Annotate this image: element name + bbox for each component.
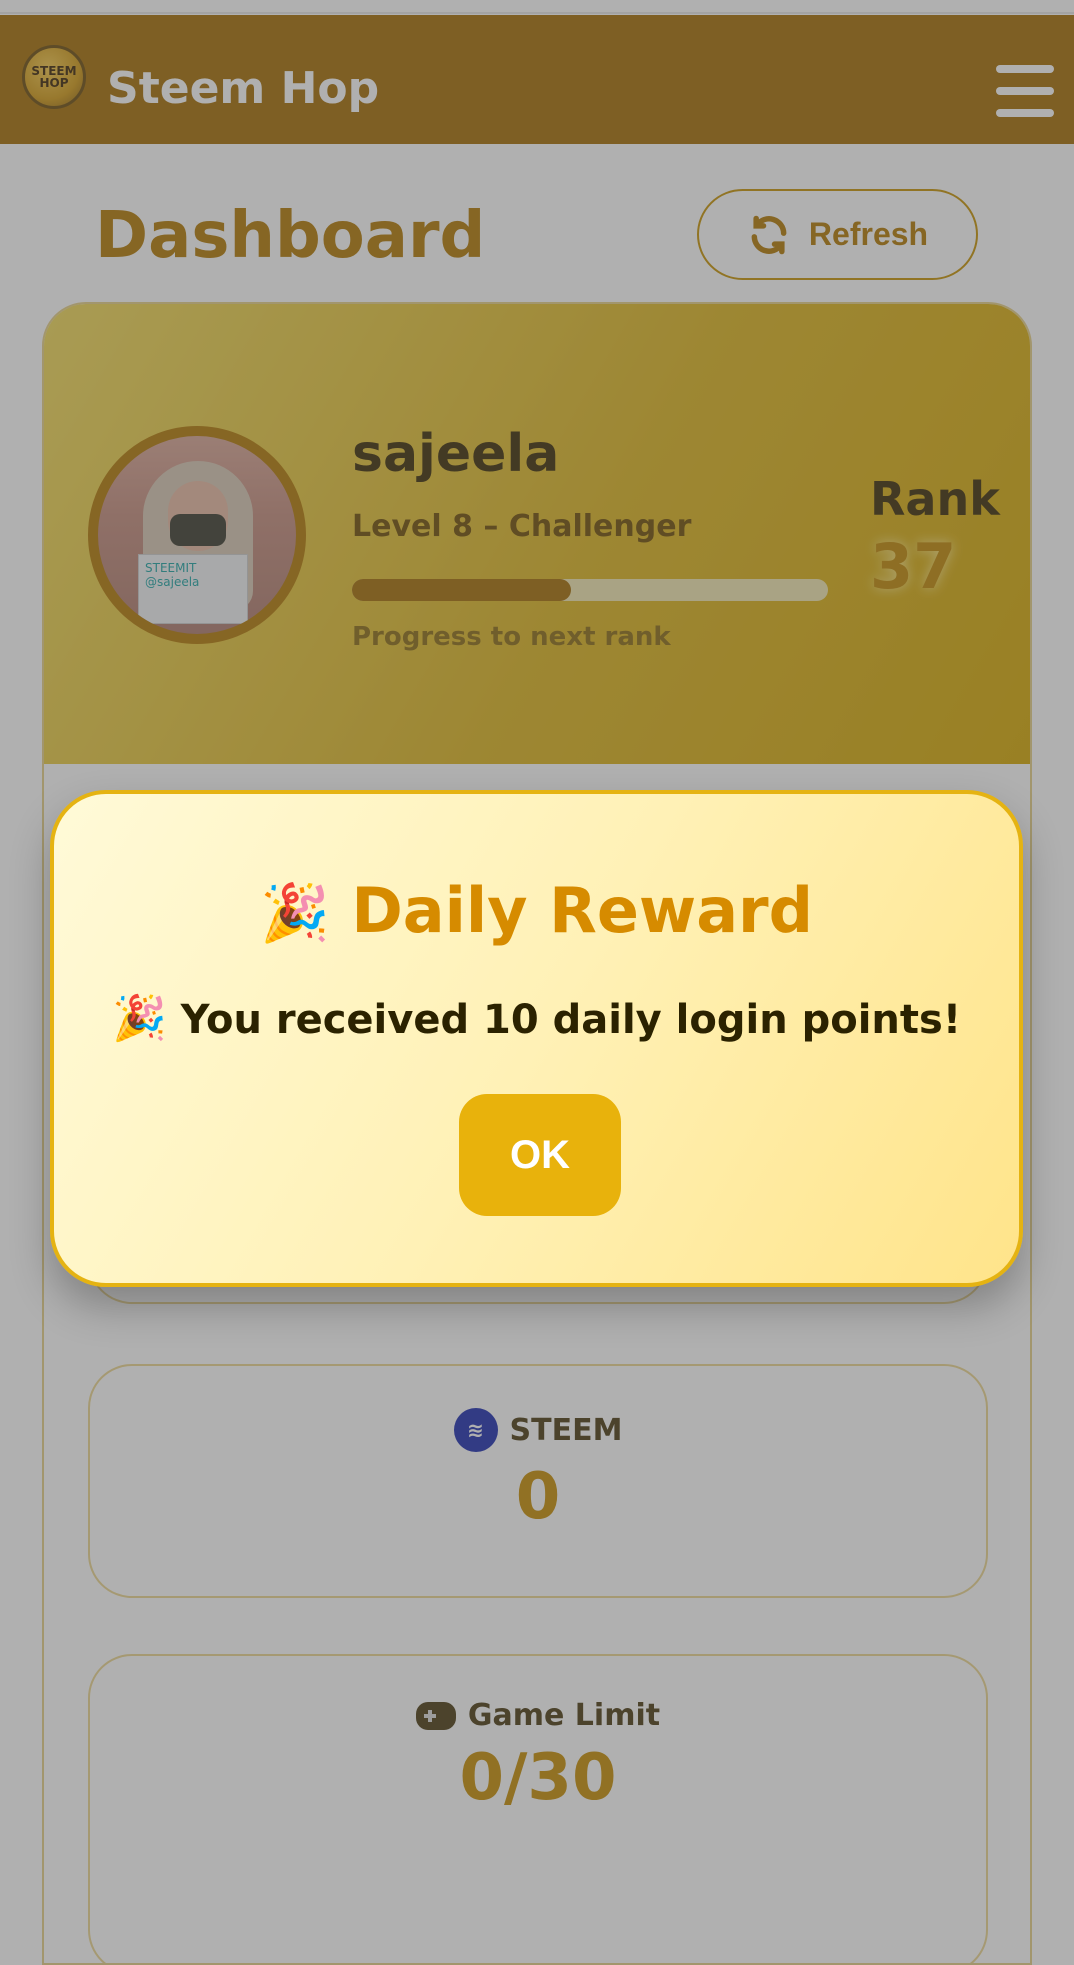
party-popper-icon: 🎉	[111, 993, 167, 1044]
ok-button[interactable]: OK	[459, 1094, 621, 1216]
modal-title: 🎉 Daily Reward	[260, 874, 813, 947]
daily-reward-modal: 🎉 Daily Reward 🎉 You received 10 daily l…	[50, 790, 1023, 1287]
party-popper-icon: 🎉	[260, 881, 330, 946]
modal-message: 🎉 You received 10 daily login points!	[111, 993, 962, 1044]
